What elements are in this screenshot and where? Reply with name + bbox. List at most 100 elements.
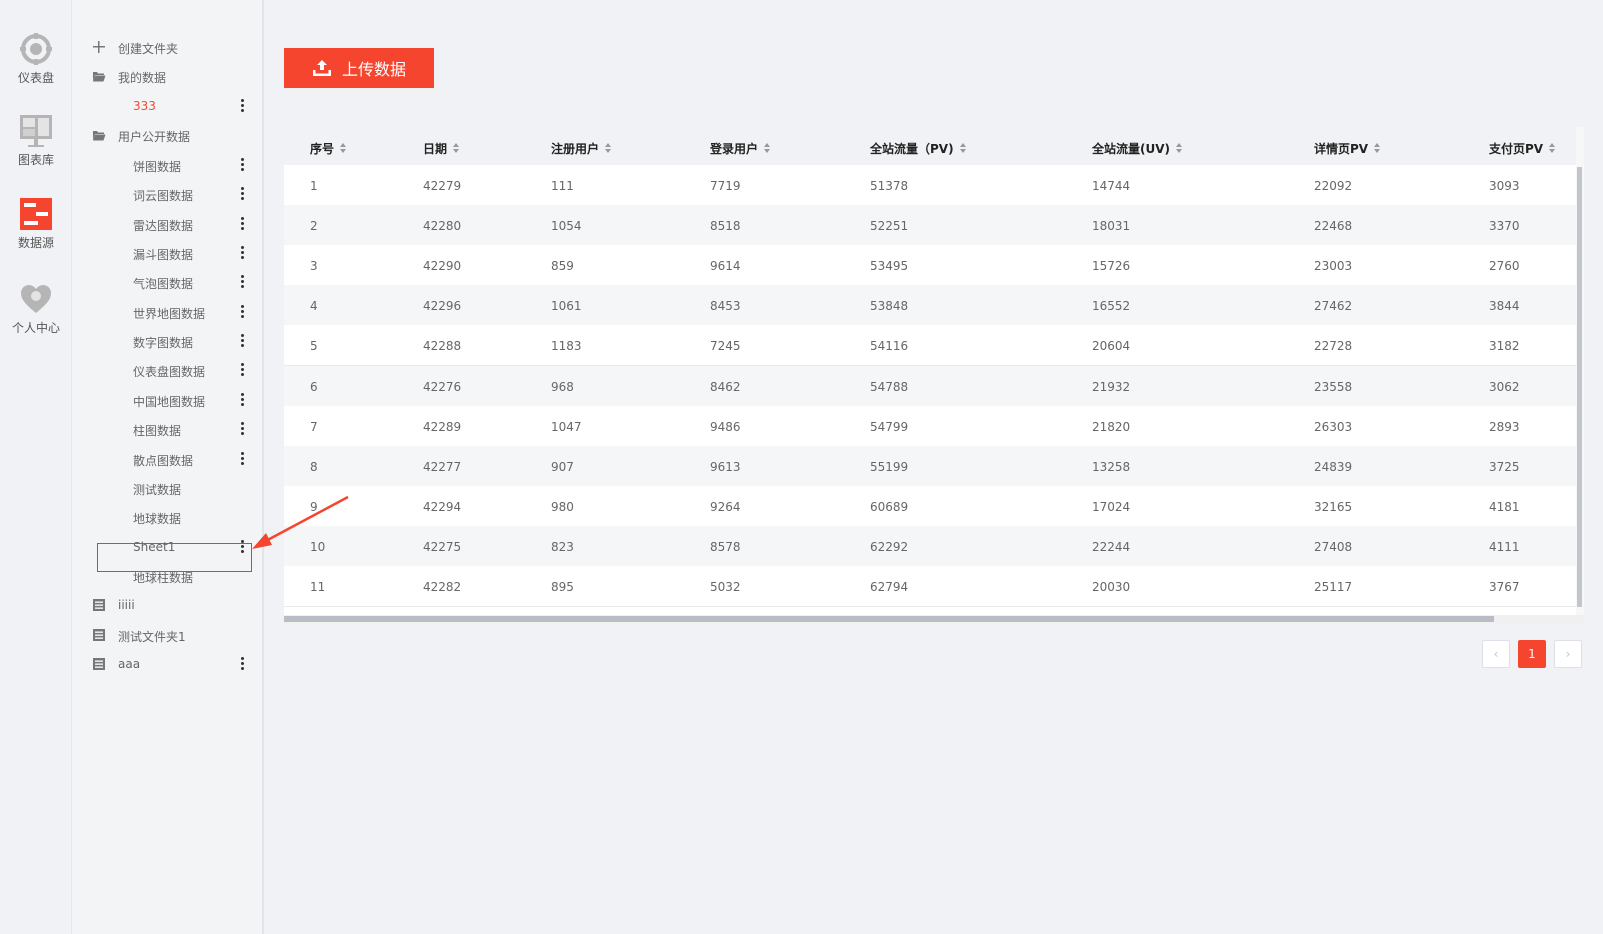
sort-icon[interactable] — [453, 143, 460, 154]
more-vertical-icon[interactable] — [238, 451, 246, 467]
table-row[interactable]: 10 42275 823 8578 62292 22244 27408 4111 — [284, 525, 1584, 567]
sort-icon[interactable] — [1176, 143, 1183, 154]
more-vertical-icon[interactable] — [238, 304, 246, 320]
folder-iiiii[interactable]: iiiii — [72, 590, 264, 620]
table-cell: 3 — [310, 259, 318, 274]
tree-item-333[interactable]: 333 — [72, 91, 264, 121]
sort-icon[interactable] — [1549, 143, 1556, 154]
tree-item-public-data[interactable]: 雷达图数据 — [72, 209, 264, 239]
table-cell: 1047 — [551, 419, 582, 434]
rail-label: 个人中心 — [11, 321, 60, 335]
column-header[interactable]: 全站流量（PV) — [870, 140, 967, 157]
table-cell: 62292 — [870, 539, 909, 554]
table-row[interactable]: 1 42279 111 7719 51378 14744 22092 3093 — [284, 165, 1584, 206]
table-cell: 6 — [310, 379, 318, 394]
table-cell: 42288 — [423, 339, 462, 354]
tree-item-public-data[interactable]: 地球柱数据 — [72, 561, 264, 591]
column-header[interactable]: 注册用户 — [551, 140, 612, 157]
table-cell: 25117 — [1314, 580, 1353, 594]
more-vertical-icon[interactable] — [238, 362, 246, 378]
pagination-next-button[interactable]: › — [1554, 640, 1582, 668]
rail-item-dashboard[interactable]: 仪表盘 — [0, 32, 72, 86]
sort-icon[interactable] — [340, 143, 347, 154]
folder-test-folder-1[interactable]: 测试文件夹1 — [72, 620, 264, 650]
more-vertical-icon[interactable] — [238, 333, 246, 349]
column-header[interactable]: 支付页PV — [1489, 140, 1556, 157]
more-vertical-icon[interactable] — [238, 392, 246, 408]
table-row[interactable]: 11 42282 895 5032 62794 20030 25117 3767 — [284, 566, 1584, 607]
tree-item-public-data[interactable]: 数字图数据 — [72, 326, 264, 356]
table-cell: 20030 — [1092, 580, 1131, 594]
sort-icon[interactable] — [959, 143, 967, 154]
column-header[interactable]: 序号 — [310, 140, 347, 157]
more-vertical-icon[interactable] — [238, 274, 246, 290]
table-cell: 5 — [310, 339, 318, 354]
tree-item-public-data[interactable]: 柱图数据 — [72, 414, 264, 444]
sort-icon[interactable] — [1374, 143, 1381, 154]
sort-icon[interactable] — [764, 143, 771, 154]
table-cell: 42289 — [423, 419, 462, 434]
table-row[interactable]: 2 42280 1054 8518 52251 18031 22468 3370 — [284, 205, 1584, 247]
rail-item-user-center[interactable]: 个人中心 — [0, 282, 72, 336]
rail-item-chart-library[interactable]: 图表库 — [0, 114, 72, 168]
tree-item-public-data[interactable]: 散点图数据 — [72, 444, 264, 474]
scroll-thumb[interactable] — [1577, 167, 1582, 607]
tree-item-public-data[interactable]: 测试数据 — [72, 473, 264, 503]
data-table: 序号 日期 注册用户 登录用户 全站流量（PV) 全站流量(UV) 详情页PV 支付页PV 1… — [284, 127, 1584, 623]
tree-item-label: 仪表盘图数据 — [133, 365, 206, 380]
tree-item-label: 测试数据 — [133, 482, 182, 497]
more-vertical-icon[interactable] — [238, 421, 246, 437]
table-cell: 9614 — [710, 259, 741, 274]
folder-my-data[interactable]: 我的数据 — [72, 61, 264, 91]
table-cell: 23003 — [1314, 259, 1353, 274]
tree-item-label: 333 — [133, 99, 156, 113]
tree-item-public-data[interactable]: 中国地图数据 — [72, 385, 264, 415]
tree-item-public-data[interactable]: 漏斗图数据 — [72, 238, 264, 268]
more-vertical-icon[interactable] — [238, 186, 246, 202]
column-header[interactable]: 全站流量(UV) — [1092, 140, 1183, 157]
table-row[interactable]: 6 42276 968 8462 54788 21932 23558 3062 — [284, 365, 1584, 407]
table-cell: 1054 — [551, 219, 582, 234]
tree-item-public-data[interactable]: Sheet1 — [72, 532, 264, 562]
table-row[interactable]: 4 42296 1061 8453 53848 16552 27462 3844 — [284, 285, 1584, 327]
table-row[interactable]: 5 42288 1183 7245 54116 20604 22728 3182 — [284, 325, 1584, 367]
column-header[interactable]: 登录用户 — [710, 140, 771, 157]
pagination-prev-button[interactable]: ‹ — [1482, 640, 1510, 668]
create-folder-button[interactable]: 创建文件夹 — [72, 32, 264, 62]
rail-item-data-source[interactable]: 数据源 — [0, 197, 72, 251]
more-vertical-icon[interactable] — [238, 656, 246, 672]
column-header[interactable]: 日期 — [423, 140, 460, 157]
table-cell: 3767 — [1489, 580, 1520, 594]
more-vertical-icon[interactable] — [238, 539, 246, 555]
tree-item-public-data[interactable]: 词云图数据 — [72, 179, 264, 209]
pagination-page-1[interactable]: 1 — [1518, 640, 1546, 668]
folder-aaa[interactable]: aaa — [72, 649, 264, 679]
more-vertical-icon[interactable] — [238, 98, 246, 114]
table-cell: 2893 — [1489, 419, 1520, 434]
folder-public-data[interactable]: 用户公开数据 — [72, 120, 264, 150]
more-vertical-icon[interactable] — [238, 216, 246, 232]
tree-item-public-data[interactable]: 世界地图数据 — [72, 297, 264, 327]
scroll-thumb[interactable] — [284, 616, 1494, 622]
table-row[interactable]: 7 42289 1047 9486 54799 21820 26303 2893 — [284, 405, 1584, 447]
column-header[interactable]: 详情页PV — [1314, 140, 1381, 157]
vertical-scrollbar[interactable] — [1576, 127, 1584, 615]
table-row[interactable]: 9 42294 980 9264 60689 17024 32165 4181 — [284, 485, 1584, 527]
sort-icon[interactable] — [605, 143, 612, 154]
table-cell: 14744 — [1092, 179, 1131, 193]
table-row[interactable]: 3 42290 859 9614 53495 15726 23003 2760 — [284, 245, 1584, 287]
table-cell: 9 — [310, 499, 318, 514]
column-header-label: 序号 — [310, 142, 335, 156]
tree-item-public-data[interactable]: 饼图数据 — [72, 150, 264, 180]
table-cell: 53495 — [870, 259, 909, 274]
table-row[interactable]: 8 42277 907 9613 55199 13258 24839 3725 — [284, 445, 1584, 487]
upload-data-button[interactable]: 上传数据 — [284, 48, 434, 88]
column-header-label: 全站流量(UV) — [1092, 142, 1171, 156]
icon-rail: 仪表盘 图表库 数据源 个人中心 — [0, 0, 72, 934]
more-vertical-icon[interactable] — [238, 245, 246, 261]
tree-item-public-data[interactable]: 气泡图数据 — [72, 267, 264, 297]
tree-item-public-data[interactable]: 地球数据 — [72, 502, 264, 532]
tree-item-public-data[interactable]: 仪表盘图数据 — [72, 355, 264, 385]
more-vertical-icon[interactable] — [238, 157, 246, 173]
horizontal-scrollbar[interactable] — [284, 615, 1584, 623]
